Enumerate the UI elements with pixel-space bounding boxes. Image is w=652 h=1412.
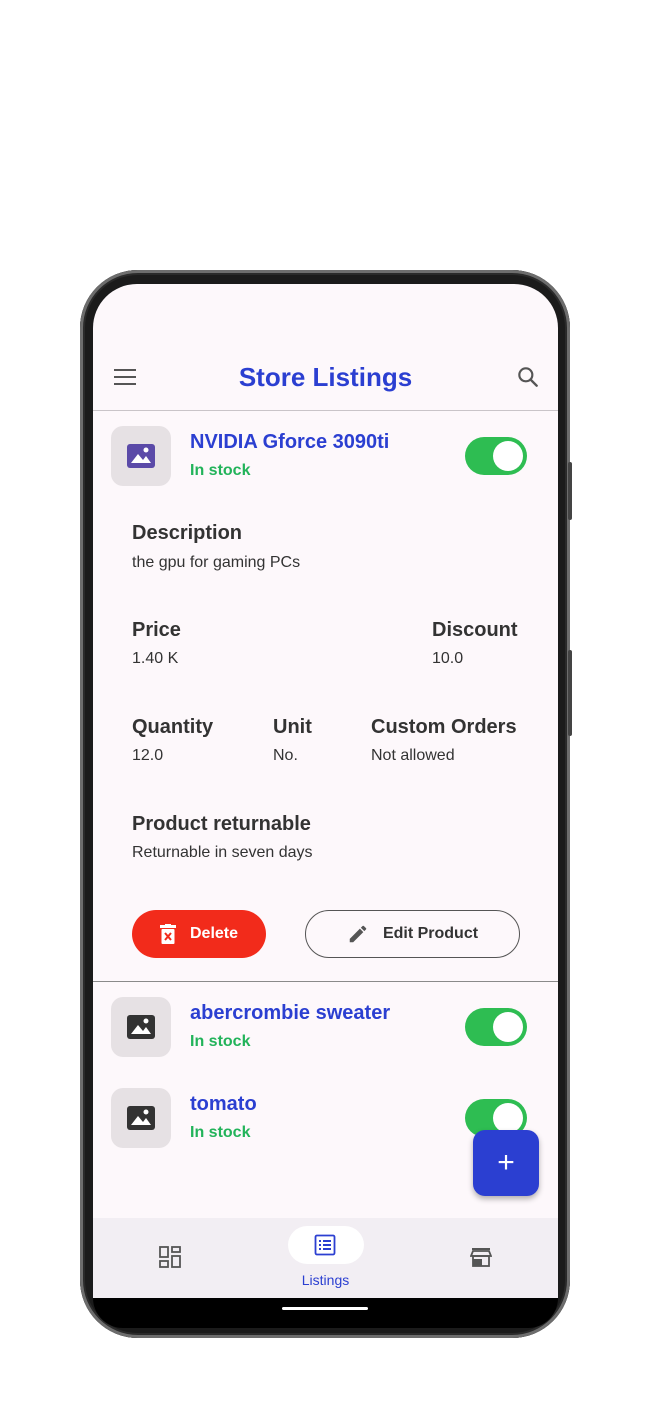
nav-label-listings: Listings <box>301 1272 350 1288</box>
delete-icon <box>159 924 176 944</box>
home-indicator[interactable] <box>282 1307 368 1310</box>
app-screen: Store Listings NVIDIA Gforce 3090ti In s… <box>93 284 558 1298</box>
unit-label: Unit <box>273 716 312 738</box>
custom-orders-label: Custom Orders <box>371 716 517 738</box>
delete-label: Delete <box>189 925 239 942</box>
nav-item-store[interactable] <box>403 1218 558 1298</box>
availability-toggle[interactable] <box>465 437 527 475</box>
nav-item-listings[interactable]: Listings <box>248 1218 403 1298</box>
product-name: tomato <box>190 1093 257 1115</box>
product-thumbnail <box>111 997 171 1057</box>
product-item[interactable]: abercrombie sweater In stock <box>93 997 558 1077</box>
store-icon <box>470 1248 492 1267</box>
edit-label: Edit Product <box>382 925 479 942</box>
quantity-label: Quantity <box>132 716 214 738</box>
stock-status: In stock <box>190 1033 251 1050</box>
top-app-bar: Store Listings <box>93 354 558 411</box>
side-button <box>568 650 572 736</box>
discount-label: Discount <box>432 619 518 641</box>
product-item-expanded[interactable]: NVIDIA Gforce 3090ti In stock <box>93 426 558 506</box>
product-name: NVIDIA Gforce 3090ti <box>190 431 390 453</box>
page-title: Store Listings <box>238 362 413 392</box>
listings-icon <box>314 1234 336 1256</box>
product-name: abercrombie sweater <box>190 1002 391 1024</box>
product-thumbnail <box>111 426 171 486</box>
returnable-label: Product returnable <box>132 813 311 835</box>
product-thumbnail <box>111 1088 171 1148</box>
bottom-navigation: Listings <box>93 1218 558 1298</box>
divider <box>93 981 558 982</box>
stock-status: In stock <box>190 462 251 479</box>
delete-button[interactable]: Delete <box>132 910 266 958</box>
image-icon <box>127 1106 155 1130</box>
description-value: the gpu for gaming PCs <box>132 554 301 571</box>
availability-toggle[interactable] <box>465 1008 527 1046</box>
price-label: Price <box>132 619 181 641</box>
pencil-icon <box>349 925 367 943</box>
stock-status: In stock <box>190 1124 251 1141</box>
description-label: Description <box>132 522 243 544</box>
side-button <box>568 462 572 520</box>
search-icon[interactable] <box>515 364 541 390</box>
discount-value: 10.0 <box>432 650 464 667</box>
returnable-value: Returnable in seven days <box>132 844 313 861</box>
add-product-fab[interactable]: + <box>473 1130 539 1196</box>
price-value: 1.40 K <box>132 650 179 667</box>
nav-item-dashboard[interactable] <box>93 1218 248 1298</box>
image-icon <box>127 1015 155 1039</box>
custom-orders-value: Not allowed <box>371 747 455 764</box>
dashboard-icon <box>159 1246 181 1268</box>
image-icon <box>127 444 155 468</box>
quantity-value: 12.0 <box>132 747 164 764</box>
edit-product-button[interactable]: Edit Product <box>305 910 520 958</box>
unit-value: No. <box>273 747 298 764</box>
phone-chin <box>93 1298 558 1328</box>
